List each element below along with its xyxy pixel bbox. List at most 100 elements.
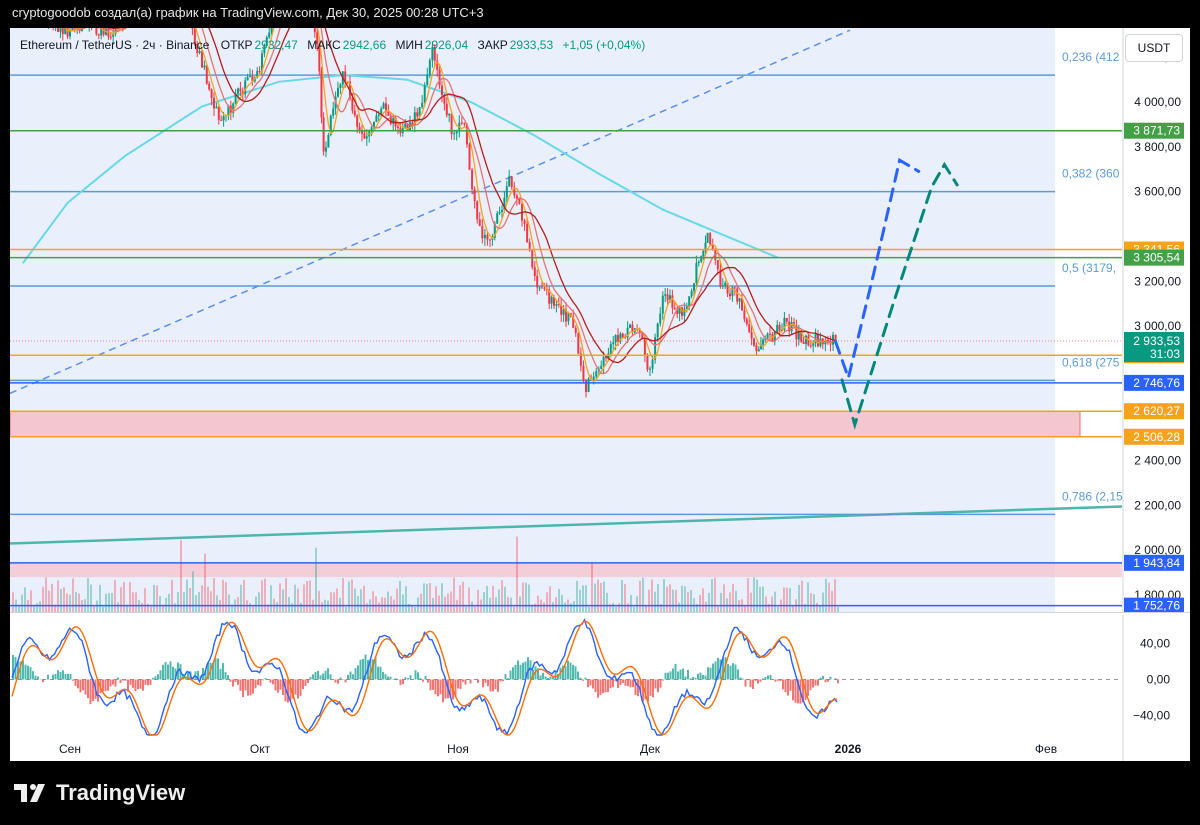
fib-level-label: 0,382 (360: [1062, 167, 1120, 181]
candle-body: [778, 324, 781, 331]
oscillator-bar: [817, 679, 819, 686]
oscillator-bar: [824, 679, 827, 683]
volume-bar: [201, 585, 203, 613]
volume-bar: [528, 584, 530, 613]
tradingview-logo[interactable]: TradingView: [14, 780, 185, 806]
candle-body: [526, 223, 529, 243]
candle-body: [97, 34, 100, 36]
oscillator-bar: [809, 679, 812, 691]
candle-body: [325, 147, 327, 152]
volume-bar: [531, 605, 533, 613]
oscillator-bar: [302, 679, 304, 690]
oscillator-bar: [227, 675, 229, 680]
chart-frame[interactable]: 0,236 (412 0,382 (360 0,5 (3179, 0,618 (275…: [10, 28, 1190, 761]
oscillator-bar: [419, 678, 422, 680]
volume-bar: [228, 594, 230, 613]
volume-bar: [375, 596, 377, 613]
volume-bar: [648, 589, 650, 613]
oscillator-bar: [564, 666, 567, 680]
oscillator-bar: [404, 677, 407, 680]
candle-body: [649, 368, 651, 370]
price-axis-level-label: 3 305,54: [1133, 251, 1180, 265]
volume-bar: [51, 583, 53, 613]
oscillator-bar: [232, 679, 234, 687]
oscillator-bar: [514, 664, 517, 680]
oscillator-pane[interactable]: 40,00 0,00 −40,00 Сен Окт Ноя Дек 2026 Фев: [10, 615, 1190, 761]
oscillator-bar: [377, 666, 379, 680]
oscillator-bar: [249, 679, 252, 696]
candle-body: [203, 65, 206, 68]
volume-bar: [300, 602, 302, 613]
volume-bar: [801, 580, 803, 613]
volume-bar: [117, 602, 119, 613]
symbol-name[interactable]: Ethereum / TetherUS · 2ч · Binance: [20, 38, 209, 52]
candle-body: [538, 287, 541, 289]
volume-bar: [303, 584, 305, 613]
volume-bar: [561, 594, 563, 613]
volume-bar: [753, 577, 755, 613]
oscillator-bar: [594, 679, 597, 693]
oscillator-bar: [522, 662, 524, 680]
low-label: МИН: [395, 38, 423, 52]
open-value: 2932,47: [254, 38, 298, 52]
oscillator-bar: [677, 671, 679, 680]
candle-body: [673, 307, 676, 310]
oscillator-bar: [582, 679, 584, 681]
oscillator-bar: [429, 679, 432, 691]
volume-bar: [582, 585, 584, 613]
volume-bar: [90, 584, 92, 613]
oscillator-bar: [482, 679, 484, 688]
candle-body: [721, 285, 724, 287]
volume-bar: [657, 584, 659, 613]
price-pane[interactable]: 0,236 (412 0,382 (360 0,5 (3179, 0,618 (275…: [10, 28, 1190, 613]
lower-zone: [10, 562, 1122, 578]
volume-bar: [642, 577, 644, 613]
volume-bar: [630, 595, 632, 613]
currency-button[interactable]: USDT: [1125, 34, 1183, 62]
oscillator-bar: [812, 679, 814, 688]
candle-body: [210, 89, 213, 99]
candle-body: [523, 220, 526, 224]
oscillator-bar: [414, 670, 417, 680]
fib-level-label: 0,236 (412: [1062, 50, 1120, 64]
candle-body: [651, 359, 654, 369]
volume-bar: [78, 593, 80, 613]
candle-body: [646, 354, 649, 370]
price-axis-tick: 3 600,00: [1134, 185, 1181, 199]
oscillator-bar: [217, 658, 219, 680]
volume-bar: [171, 579, 173, 613]
price-axis-level-label: 3 871,73: [1133, 124, 1180, 138]
volume-bar: [441, 583, 443, 613]
volume-bar: [603, 581, 605, 613]
oscillator-bar: [774, 679, 777, 682]
volume-bar: [426, 584, 428, 613]
volume-bar: [576, 580, 578, 613]
volume-bar: [285, 578, 287, 613]
candle-body: [95, 28, 98, 35]
oscillator-bar: [692, 677, 694, 680]
oscillator-bar: [349, 671, 352, 680]
candle-body: [489, 239, 491, 241]
oscillator-bar: [242, 679, 244, 698]
oscillator-bar: [327, 668, 329, 680]
volume-bar: [447, 593, 449, 613]
oscillator-bar: [407, 678, 409, 680]
volume-bar: [93, 606, 95, 613]
oscillator-bar: [259, 679, 262, 686]
volume-bar: [579, 589, 581, 613]
oscillator-bar: [544, 676, 547, 680]
volume-bar: [210, 591, 212, 613]
volume-bar: [378, 602, 380, 613]
oscillator-bar: [169, 661, 172, 680]
oscillator-bar: [787, 679, 789, 696]
oscillator-bar: [137, 679, 139, 690]
oscillator-bar: [807, 679, 809, 696]
oscillator-bar: [87, 679, 89, 699]
oscillator-bar: [759, 679, 762, 682]
candle-body: [249, 76, 251, 78]
oscillator-bar: [64, 674, 67, 680]
oscillator-bar: [654, 679, 657, 689]
symbol-legend: Ethereum / TetherUS · 2ч · Binance ОТКР 2…: [20, 38, 651, 52]
oscillator-axis-tick: 0,00: [1147, 672, 1171, 686]
oscillator-bar: [362, 658, 364, 680]
